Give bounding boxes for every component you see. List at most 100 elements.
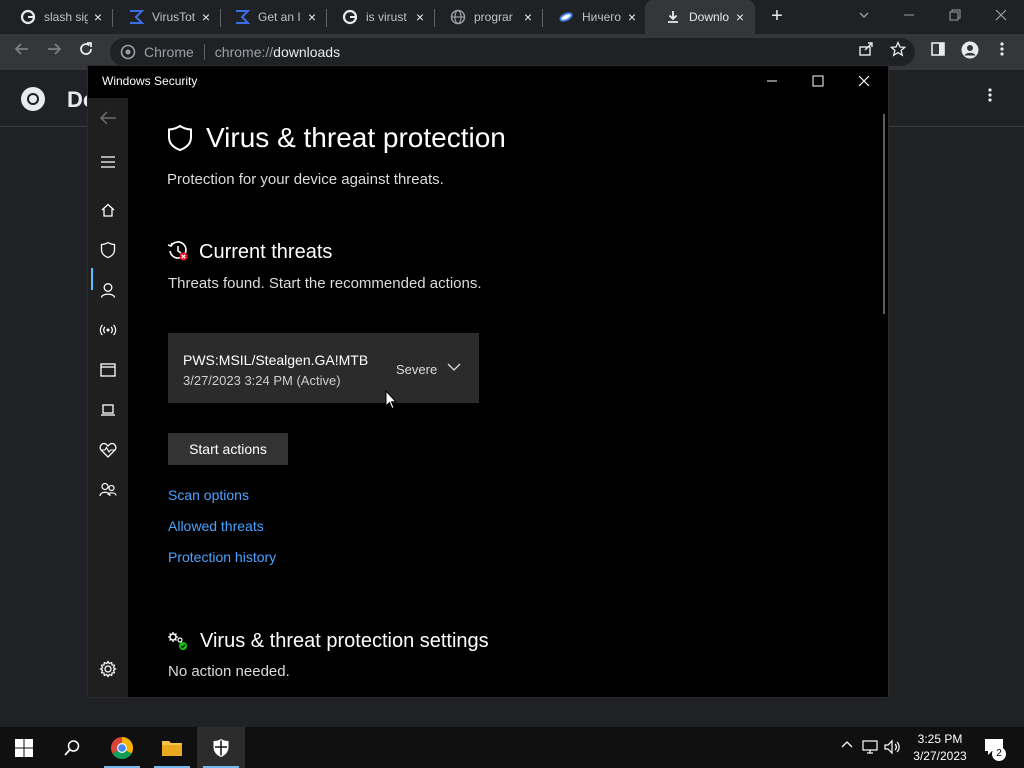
windows-security-window: Windows Security Virus & threat protecti… (88, 66, 888, 697)
share-icon[interactable] (854, 41, 878, 63)
folder-icon (162, 740, 182, 756)
device-security-icon[interactable] (96, 398, 120, 422)
settings-gears-icon (167, 631, 189, 651)
reload-icon[interactable] (74, 41, 98, 63)
clock[interactable]: 3:25 PM 3/27/2023 (905, 731, 975, 765)
settings-heading: Virus & threat protection settings (200, 630, 489, 652)
tab-2[interactable]: VirusTot × (108, 0, 221, 34)
show-hidden-icons-icon[interactable] (838, 739, 856, 757)
volume-icon[interactable] (884, 739, 902, 757)
minimize-icon[interactable] (757, 71, 787, 93)
downloads-menu-icon[interactable] (980, 87, 1000, 111)
chevron-down-icon[interactable] (446, 359, 462, 375)
tab-title: is virust (366, 10, 407, 24)
tab-4[interactable]: is virust × (322, 0, 435, 34)
browser-menu-icon[interactable] (990, 41, 1014, 63)
chrome-icon (111, 736, 133, 759)
tab-title: Downlo (689, 10, 730, 24)
page-subtitle: Protection for your device against threa… (167, 171, 444, 188)
threat-severity: Severe (396, 362, 438, 377)
address-divider (203, 44, 205, 60)
tab-close-icon[interactable]: × (413, 10, 427, 24)
network-icon[interactable] (862, 739, 880, 757)
tab-search-icon[interactable] (851, 4, 877, 28)
scrollbar[interactable] (883, 114, 885, 314)
app-browser-control-icon[interactable] (96, 358, 120, 382)
scan-options-link[interactable]: Scan options (168, 487, 249, 503)
tab-close-icon[interactable]: × (733, 10, 747, 24)
tab-close-icon[interactable]: × (91, 10, 105, 24)
firewall-network-icon[interactable] (96, 318, 120, 342)
tab-7-active[interactable]: Downlo × (645, 0, 755, 34)
start-button[interactable] (0, 727, 48, 768)
address-host: Chrome (144, 44, 194, 60)
google-icon (20, 9, 36, 25)
close-icon[interactable] (849, 71, 879, 93)
hamburger-menu-icon[interactable] (96, 150, 120, 174)
globe-icon (450, 9, 466, 25)
shield-icon[interactable] (96, 238, 120, 262)
window-title: Windows Security (102, 74, 198, 88)
browser-toolbar: Chrome chrome://downloads (0, 34, 1024, 70)
start-actions-button[interactable]: Start actions (168, 433, 288, 465)
back-arrow-icon[interactable] (96, 106, 120, 130)
new-tab-button[interactable]: + (767, 6, 787, 26)
protection-history-link[interactable]: Protection history (168, 549, 276, 565)
settings-gear-icon[interactable] (96, 657, 120, 681)
address-path: downloads (273, 44, 341, 60)
maximize-icon[interactable] (803, 71, 833, 93)
search-icon (64, 739, 80, 756)
shield-icon (167, 124, 193, 152)
tab-close-icon[interactable]: × (521, 10, 535, 24)
clock-time: 3:25 PM (917, 732, 963, 746)
back-icon[interactable] (10, 41, 34, 63)
search-button[interactable] (48, 727, 96, 768)
home-icon[interactable] (96, 198, 120, 222)
notification-count-badge: 2 (992, 747, 1006, 761)
chrome-taskbar-button[interactable] (98, 727, 146, 768)
desktop: slash sig × VirusTot × Get an I × is vir… (0, 0, 1024, 768)
settings-status: No action needed. (168, 663, 290, 680)
browser-close-icon[interactable] (988, 4, 1014, 28)
tab-5[interactable]: prograr × (430, 0, 543, 34)
address-bar[interactable]: Chrome chrome://downloads (110, 38, 915, 66)
account-icon[interactable] (96, 278, 120, 302)
browser-minimize-icon[interactable] (896, 4, 922, 28)
profile-icon[interactable] (958, 41, 982, 63)
address-scheme: chrome:// (214, 44, 274, 60)
threat-date: 3/27/2023 3:24 PM (Active) (183, 373, 341, 388)
browser-restore-icon[interactable] (942, 4, 968, 28)
tab-title: prograr (474, 10, 513, 24)
windows-logo-icon (15, 738, 33, 757)
clock-date: 3/27/2023 (913, 749, 967, 763)
tab-6[interactable]: Ничего × (538, 0, 647, 34)
allowed-threats-link[interactable]: Allowed threats (168, 518, 264, 534)
navigation-rail (88, 98, 128, 697)
family-options-icon[interactable] (96, 478, 120, 502)
tab-close-icon[interactable]: × (199, 10, 213, 24)
selected-indicator (91, 268, 93, 290)
tab-title: slash sig (44, 10, 88, 24)
windows-security-taskbar-button[interactable] (197, 727, 245, 768)
tab-close-icon[interactable]: × (625, 10, 639, 24)
shield-icon (213, 738, 229, 757)
mouse-cursor-icon (385, 389, 398, 410)
current-threats-status: Threats found. Start the recommended act… (168, 275, 482, 292)
virustotal-icon (128, 9, 144, 25)
device-health-icon[interactable] (96, 438, 120, 462)
bookmark-star-icon[interactable] (886, 40, 910, 63)
tab-close-icon[interactable]: × (305, 10, 319, 24)
site-icon (558, 9, 574, 25)
threat-item[interactable]: PWS:MSIL/Stealgen.GA!MTB 3/27/2023 3:24 … (168, 333, 479, 403)
file-explorer-button[interactable] (148, 727, 196, 768)
chrome-page-icon (120, 44, 136, 60)
current-threats-heading: Current threats (199, 241, 333, 263)
tab-title: VirusTot (152, 10, 196, 24)
tab-3[interactable]: Get an I × (214, 0, 327, 34)
side-panel-icon[interactable] (926, 41, 950, 63)
tab-1[interactable]: slash sig × (0, 0, 113, 34)
tab-title: Ничего (582, 10, 622, 24)
virustotal-icon (234, 9, 250, 25)
tab-title: Get an I (258, 10, 301, 24)
forward-icon[interactable] (42, 41, 66, 63)
